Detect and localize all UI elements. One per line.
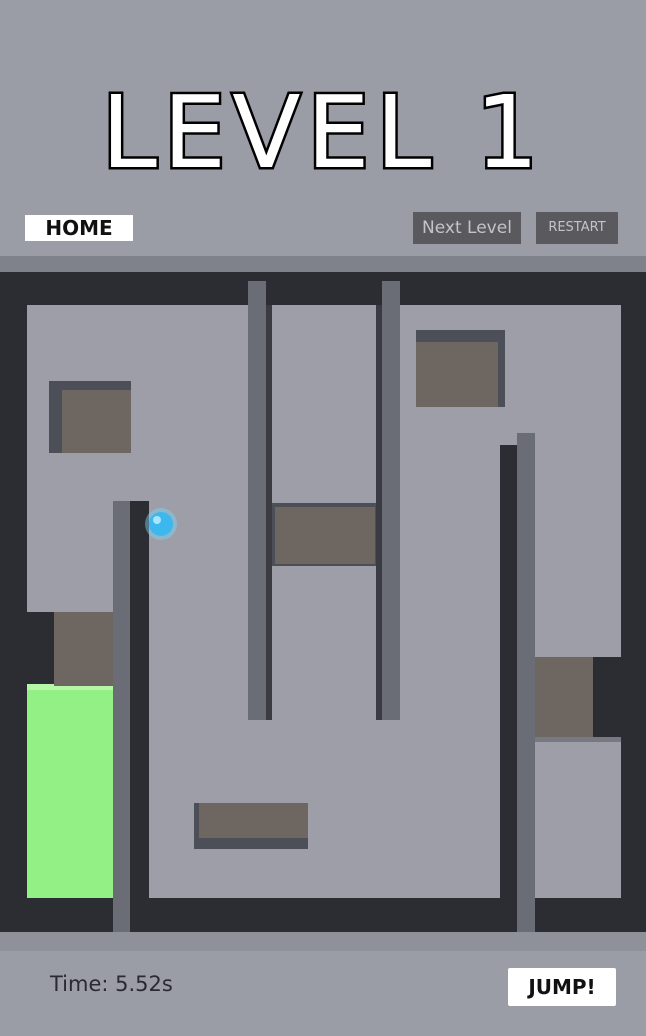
goal-zone <box>27 688 113 898</box>
level-title: LEVEL 1 <box>99 74 545 191</box>
wall-center-right-shadow <box>376 305 382 720</box>
block-above-goal <box>54 612 113 686</box>
block-top-right <box>416 342 498 407</box>
wall-right-shadow <box>500 445 518 898</box>
player-ball-highlight <box>153 516 161 524</box>
timer-text: Time: 5.52s <box>50 972 173 996</box>
right-lower-floor <box>535 741 621 898</box>
right-lower-floor-edge <box>535 737 621 742</box>
block-bottom <box>199 803 308 838</box>
wall-center-right <box>382 281 400 720</box>
player-ball <box>149 512 173 536</box>
block-right-alcove <box>535 657 593 737</box>
wall-center-left <box>248 281 266 720</box>
home-button[interactable]: HOME <box>25 215 133 241</box>
maze-board <box>0 256 646 951</box>
restart-button[interactable]: RESTART <box>536 212 618 244</box>
next-level-button[interactable]: Next Level <box>413 212 521 244</box>
jump-button[interactable]: JUMP! <box>508 968 616 1006</box>
wall-left-shadow <box>129 501 149 932</box>
block-center <box>275 507 375 564</box>
block-top-left <box>62 390 131 453</box>
wall-center-left-shadow <box>265 305 272 720</box>
wall-left <box>113 501 130 932</box>
wall-right <box>517 433 535 932</box>
maze-top-rim <box>0 256 646 272</box>
maze-bottom-rim <box>0 932 646 951</box>
